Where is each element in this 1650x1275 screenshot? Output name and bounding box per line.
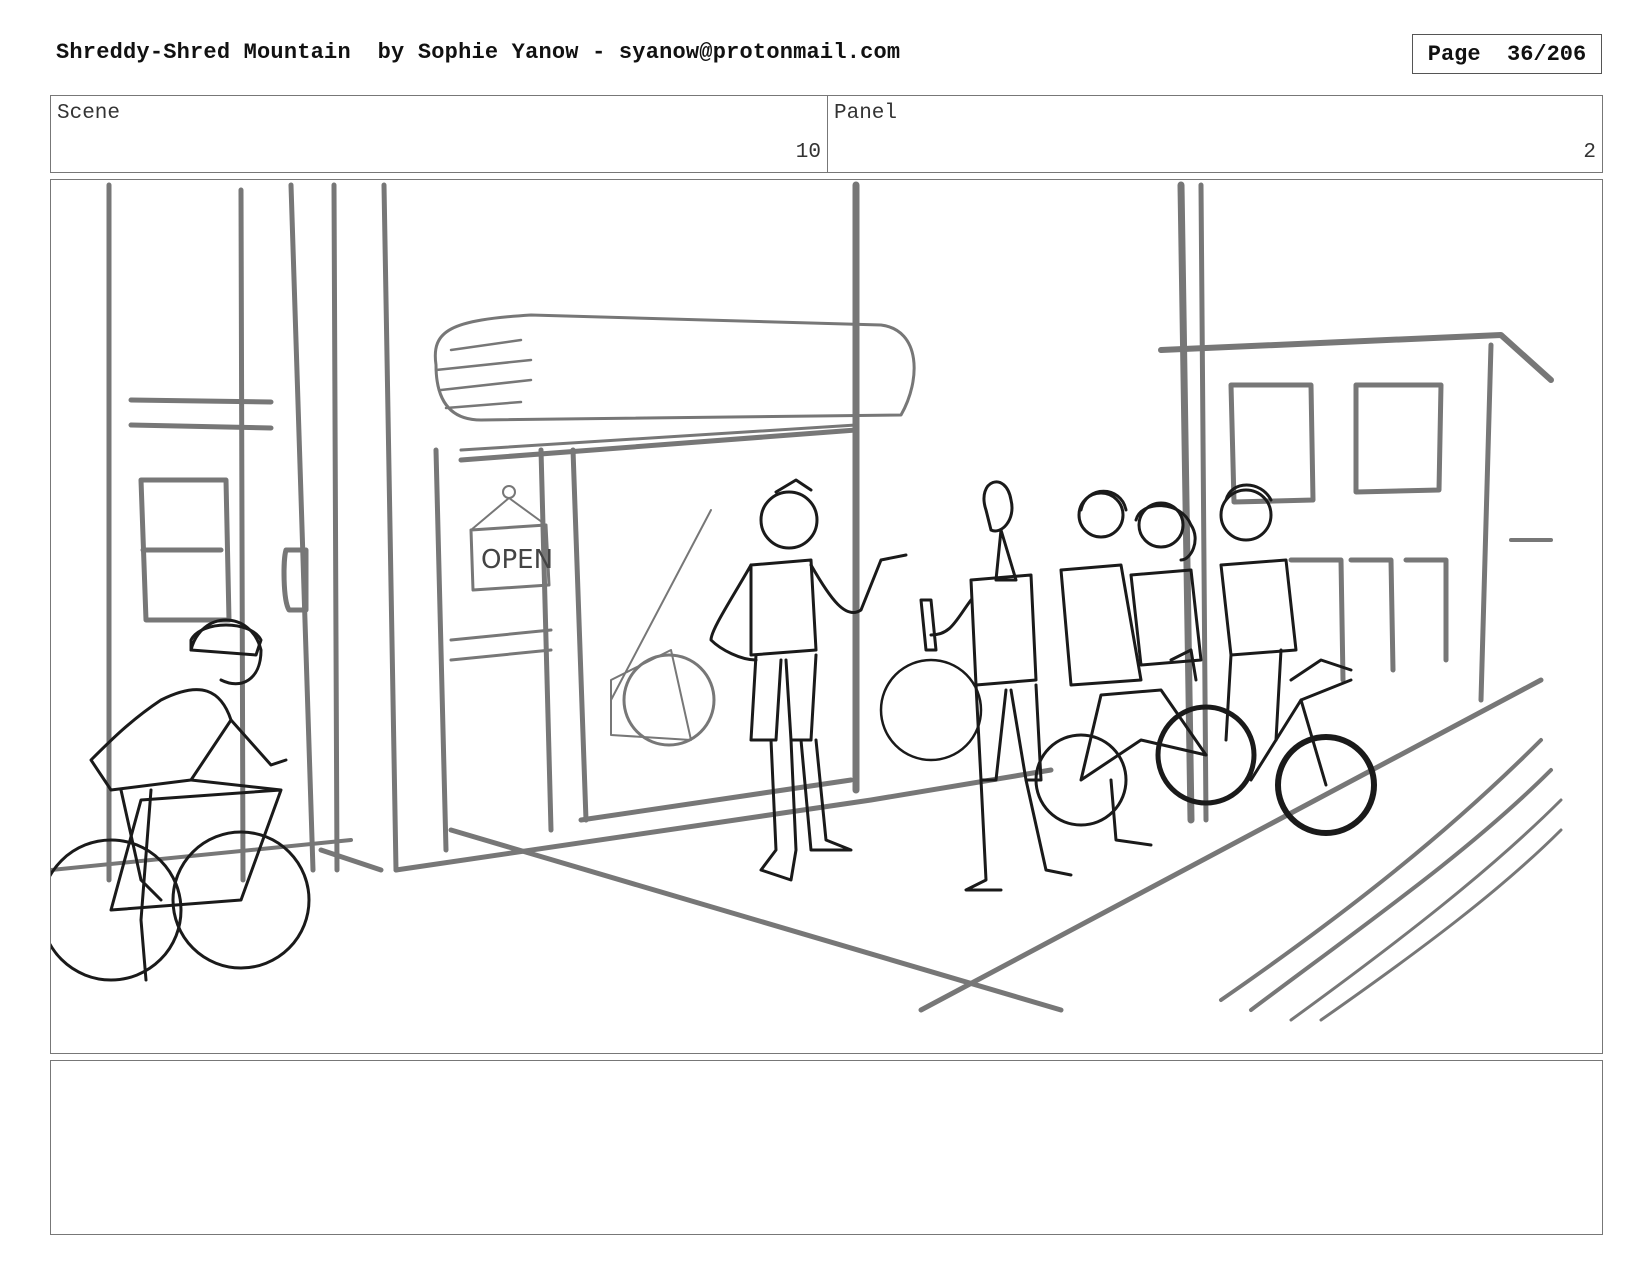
storyboard-panel-image: OPEN <box>50 179 1603 1054</box>
page-counter: Page 36/206 <box>1412 34 1602 74</box>
scene-cell: Scene 10 <box>51 96 828 172</box>
panel-number: 2 <box>1583 141 1596 164</box>
panel-label: Panel <box>834 102 898 125</box>
storyboard-title: Shreddy-Shred Mountain by Sophie Yanow -… <box>56 40 901 65</box>
scene-number: 10 <box>795 141 821 164</box>
open-sign-text: OPEN <box>481 545 553 575</box>
panel-notes <box>50 1060 1603 1235</box>
scene-label: Scene <box>57 102 121 125</box>
panel-cell: Panel 2 <box>828 96 1602 172</box>
scene-panel-info: Scene 10 Panel 2 <box>50 95 1603 173</box>
sketch-illustration: OPEN <box>51 181 1563 1022</box>
